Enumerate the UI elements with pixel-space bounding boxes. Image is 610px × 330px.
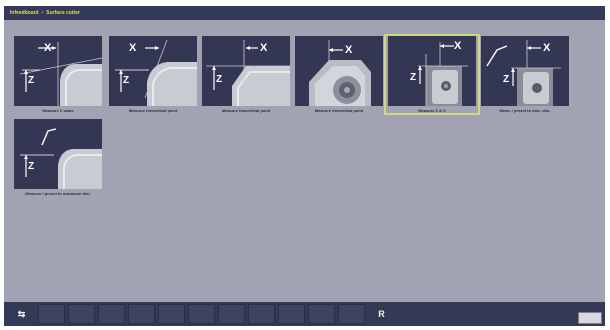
- tile-measure-z-value[interactable]: X Z Measure Z value: [12, 36, 104, 113]
- tile-theoretical-point-block[interactable]: X Z Measure theoretical point: [200, 36, 292, 113]
- softkey-bar: ⇆ R: [4, 302, 605, 326]
- softkey-11[interactable]: [338, 304, 365, 324]
- preset-max-dim-icon: X Z: [481, 36, 569, 106]
- measure-z-x-icon: X Z: [388, 36, 476, 106]
- path-segment-2: Surface cutter: [46, 10, 80, 16]
- softkey-5[interactable]: [158, 304, 185, 324]
- tile-z-label: Z: [28, 75, 34, 86]
- tile-caption: Measure theoretical point: [221, 108, 271, 113]
- tile-caption: Measure Z & X: [418, 108, 446, 113]
- tile-x-label: X: [543, 42, 551, 54]
- softkey-10[interactable]: [308, 304, 335, 324]
- softkey-7[interactable]: [218, 304, 245, 324]
- tile-caption: Measure theoretical point: [314, 108, 364, 113]
- tile-x-label: X: [260, 42, 268, 54]
- title-bar: Infeedboard › Surface cutter: [4, 6, 605, 20]
- measurement-method-grid: X Z Measure Z value X Z Measure theoreti…: [4, 20, 605, 302]
- recall-icon[interactable]: R: [368, 304, 395, 324]
- measure-z-value-icon: X Z: [14, 36, 102, 106]
- tile-x-label: X: [129, 42, 137, 54]
- tile-z-label: Z: [410, 72, 416, 83]
- tile-preset-maximum-dim[interactable]: Z Measure / preset to maximum dim.: [12, 119, 104, 196]
- softkey-6[interactable]: [188, 304, 215, 324]
- back-arrow-icon[interactable]: ⇆: [8, 304, 35, 324]
- tile-caption: Meas. / preset to max. dim.: [499, 108, 551, 113]
- theoretical-point-icon: X Z: [109, 36, 197, 106]
- softkey-8[interactable]: [248, 304, 275, 324]
- path-segment-1: Infeedboard: [10, 10, 39, 16]
- tile-x-label: X: [454, 40, 462, 52]
- tile-caption: Measure / preset to maximum dim.: [25, 191, 91, 196]
- tile-x-label: X: [345, 44, 353, 56]
- preset-maximum-dim-icon: Z: [14, 119, 102, 189]
- corner-button[interactable]: [578, 312, 602, 324]
- softkey-2[interactable]: [68, 304, 95, 324]
- softkey-3[interactable]: [98, 304, 125, 324]
- theoretical-point-spindle-icon: X: [295, 36, 383, 106]
- tile-theoretical-point-spindle[interactable]: X Measure theoretical point: [293, 36, 385, 113]
- tile-z-label: Z: [216, 74, 222, 85]
- tile-preset-max-dim[interactable]: X Z Meas. / preset to max. dim.: [479, 36, 571, 113]
- softkey-9[interactable]: [278, 304, 305, 324]
- tile-z-label: Z: [503, 74, 509, 85]
- tile-z-label: Z: [28, 161, 34, 172]
- tile-caption: Measure theoretical point: [128, 108, 178, 113]
- path-separator: ›: [41, 10, 44, 16]
- softkey-1[interactable]: [38, 304, 65, 324]
- tile-caption: Measure Z value: [42, 108, 74, 113]
- machine-screen: Infeedboard › Surface cutter X Z Measure…: [4, 6, 605, 326]
- theoretical-point-block-icon: X Z: [202, 36, 290, 106]
- tile-x-label: X: [44, 42, 52, 54]
- softkey-4[interactable]: [128, 304, 155, 324]
- tile-theoretical-point[interactable]: X Z Measure theoretical point: [107, 36, 199, 113]
- tile-z-label: Z: [123, 75, 129, 86]
- tile-measure-z-x[interactable]: X Z Measure Z & X: [384, 34, 480, 115]
